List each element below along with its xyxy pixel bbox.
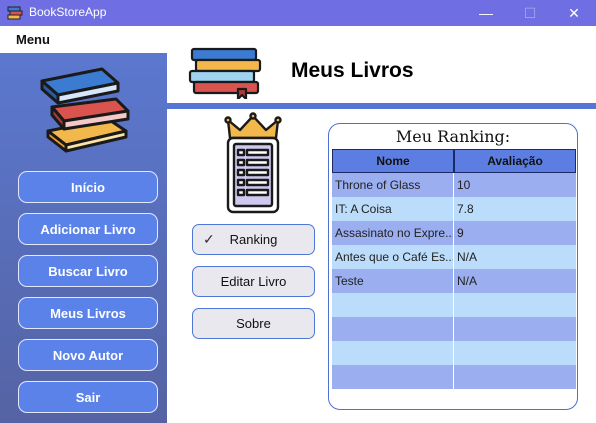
cell-avaliacao: N/A	[457, 274, 478, 288]
about-button[interactable]: Sobre	[192, 308, 315, 339]
cell-nome: IT: A Coisa	[332, 197, 454, 221]
cell-nome: Teste	[332, 269, 454, 293]
title-bar: BookStoreApp — ☐ ✕	[0, 0, 596, 26]
table-row[interactable]	[332, 365, 576, 389]
table-row[interactable]	[332, 317, 576, 341]
ranking-table: Nome Avaliação Throne of Glass 10 IT: A C…	[332, 149, 576, 389]
sidebar-item-sair[interactable]: Sair	[18, 381, 158, 413]
close-button[interactable]: ✕	[552, 0, 596, 26]
table-row[interactable]	[332, 341, 576, 365]
cell-avaliacao	[454, 365, 576, 389]
table-row[interactable]: Assasinato no Expre... 9	[332, 221, 576, 245]
column-header-avaliacao[interactable]: Avaliação	[454, 149, 576, 173]
cell-avaliacao: 9	[457, 226, 464, 240]
books-stack-icon	[40, 67, 130, 153]
sidebar: Início Adicionar Livro Buscar Livro Meus…	[0, 53, 167, 423]
sidebar-item-meus-livros[interactable]: Meus Livros	[18, 297, 158, 329]
cell-avaliacao: N/A	[457, 250, 478, 264]
cell-avaliacao	[454, 293, 576, 317]
ranking-panel: Meu Ranking: Nome Avaliação Throne of Gl…	[328, 123, 578, 410]
bookshelf-icon	[188, 47, 262, 99]
table-row[interactable]: IT: A Coisa 7.8	[332, 197, 576, 221]
header-divider	[167, 103, 596, 109]
app-window: BookStoreApp — ☐ ✕ Menu Início Adicionar…	[0, 0, 596, 423]
table-row[interactable]: Throne of Glass 10	[332, 173, 576, 197]
check-icon: ✓	[203, 231, 215, 247]
minimize-button[interactable]: —	[464, 0, 508, 26]
cell-avaliacao: 7.8	[457, 202, 474, 216]
cell-nome	[332, 293, 454, 317]
column-header-nome[interactable]: Nome	[332, 149, 454, 173]
table-header: Nome Avaliação	[332, 149, 576, 173]
cell-avaliacao	[454, 317, 576, 341]
window-title: BookStoreApp	[29, 5, 107, 19]
cell-avaliacao	[454, 341, 576, 365]
sidebar-item-buscar-livro[interactable]: Buscar Livro	[18, 255, 158, 287]
cell-nome: Assasinato no Expre...	[332, 221, 454, 245]
maximize-button[interactable]: ☐	[508, 0, 552, 26]
menu-bar: Menu	[0, 26, 596, 53]
table-row[interactable]: Antes que o Café Es... N/A	[332, 245, 576, 269]
table-row[interactable]	[332, 293, 576, 317]
cell-nome	[332, 317, 454, 341]
books-icon	[7, 6, 23, 20]
cell-nome: Antes que o Café Es...	[332, 245, 454, 269]
cell-nome: Throne of Glass	[332, 173, 454, 197]
sidebar-item-inicio[interactable]: Início	[18, 171, 158, 203]
cell-nome	[332, 341, 454, 365]
menu-item[interactable]: Menu	[16, 32, 50, 47]
page-title: Meus Livros	[291, 59, 414, 82]
ranking-button[interactable]: ✓ Ranking	[192, 224, 315, 255]
ranking-button-label: Ranking	[229, 232, 278, 247]
crown-list-icon	[224, 112, 282, 214]
ranking-title: Meu Ranking:	[395, 127, 511, 146]
cell-avaliacao: 10	[457, 178, 471, 192]
edit-book-button[interactable]: Editar Livro	[192, 266, 315, 297]
cell-nome	[332, 365, 454, 389]
sidebar-item-novo-autor[interactable]: Novo Autor	[18, 339, 158, 371]
sidebar-item-adicionar-livro[interactable]: Adicionar Livro	[18, 213, 158, 245]
table-row[interactable]: Teste N/A	[332, 269, 576, 293]
